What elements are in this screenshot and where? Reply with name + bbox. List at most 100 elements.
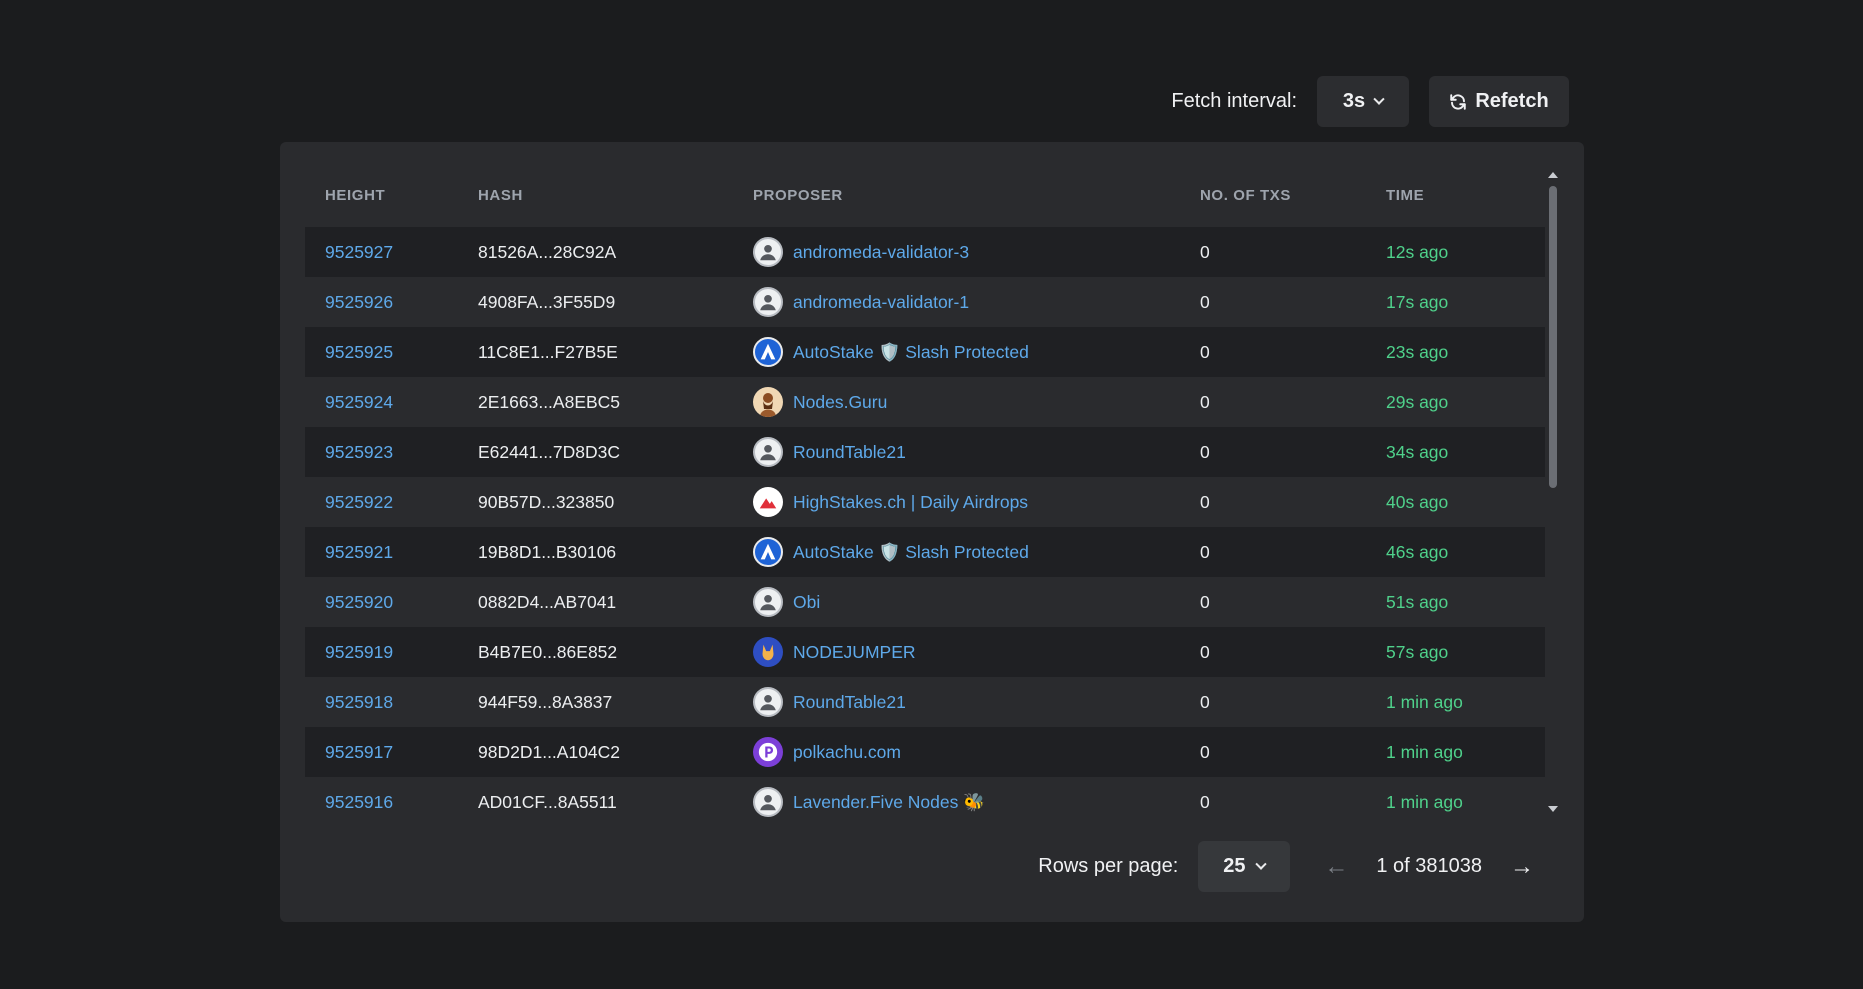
proposer-link[interactable]: RoundTable21 [793,442,906,463]
proposer-cell: RoundTable21 [753,437,1180,467]
tx-count: 0 [1200,691,1210,712]
scroll-down-arrow-icon[interactable] [1548,806,1558,812]
table-scrollbar[interactable] [1548,172,1558,812]
column-header-txs: NO. OF TXS [1200,186,1292,204]
table-row: 9525927 81526A...28C92A andromeda-validato… [305,227,1545,277]
refetch-label: Refetch [1475,90,1549,112]
block-hash: 19B8D1...B30106 [478,541,617,562]
table-header: HEIGHT HASH PROPOSER NO. OF TXS TIME [305,170,1545,220]
proposer-cell: polkachu.com [753,737,1180,767]
table-body: 9525927 81526A...28C92A andromeda-validato… [305,227,1545,827]
block-hash: AD01CF...8A5511 [478,791,617,812]
proposer-link[interactable]: AutoStake 🛡️ Slash Protected [793,342,1029,363]
column-header-hash: HASH [478,186,523,204]
tx-count: 0 [1200,791,1210,812]
proposer-cell: andromeda-validator-1 [753,287,1180,317]
block-time: 12s ago [1386,241,1449,262]
nodes-guru-logo [753,387,783,417]
table-row: 9525923 E62441...7D8D3C RoundTable21 0 34s a… [305,427,1545,477]
block-height-link[interactable]: 9525924 [325,392,393,412]
fetch-interval-select[interactable]: 3s [1317,76,1409,127]
block-hash: E62441...7D8D3C [478,441,621,462]
proposer-cell: RoundTable21 [753,687,1180,717]
block-height-link[interactable]: 9525921 [325,542,393,562]
block-height-link[interactable]: 9525917 [325,742,393,762]
scroll-up-arrow-icon[interactable] [1548,172,1558,178]
block-height-link[interactable]: 9525926 [325,292,393,312]
block-hash: 944F59...8A3837 [478,691,613,712]
block-time: 1 min ago [1386,791,1463,812]
tx-count: 0 [1200,641,1210,662]
proposer-cell: andromeda-validator-3 [753,237,1180,267]
block-height-link[interactable]: 9525918 [325,692,393,712]
proposer-link[interactable]: AutoStake 🛡️ Slash Protected [793,542,1029,563]
default-user-icon [753,287,783,317]
block-height-link[interactable]: 9525923 [325,442,393,462]
proposer-link[interactable]: andromeda-validator-1 [793,292,969,313]
nodejumper-logo [753,637,783,667]
block-height-link[interactable]: 9525925 [325,342,393,362]
block-height-link[interactable]: 9525919 [325,642,393,662]
autostake-logo [753,537,783,567]
proposer-link[interactable]: RoundTable21 [793,692,906,713]
block-time: 1 min ago [1386,741,1463,762]
block-height-link[interactable]: 9525916 [325,792,393,812]
tx-count: 0 [1200,341,1210,362]
table-row: 9525916 AD01CF...8A5511 Lavender.Five Node… [305,777,1545,827]
block-time: 46s ago [1386,541,1449,562]
proposer-cell: AutoStake 🛡️ Slash Protected [753,537,1180,567]
fetch-interval-label: Fetch interval: [1171,90,1297,112]
next-page-arrow-icon[interactable]: → [1510,853,1534,881]
toolbar: Fetch interval: 3s Refetch [1171,76,1569,127]
blocks-table: HEIGHT HASH PROPOSER NO. OF TXS TIME 952… [305,170,1545,950]
column-header-time: TIME [1386,186,1425,204]
block-hash: 2E1663...A8EBC5 [478,391,621,412]
block-height-link[interactable]: 9525922 [325,492,393,512]
table-row: 9525922 90B57D...323850 HighStakes.ch | Da… [305,477,1545,527]
block-time: 23s ago [1386,341,1449,362]
table-row: 9525924 2E1663...A8EBC5 Nodes.Guru 0 29s ago [305,377,1545,427]
block-hash: B4B7E0...86E852 [478,641,618,662]
block-hash: 11C8E1...F27B5E [478,341,618,362]
block-time: 40s ago [1386,491,1449,512]
proposer-cell: HighStakes.ch | Daily Airdrops [753,487,1180,517]
block-hash: 81526A...28C92A [478,241,617,262]
proposer-link[interactable]: polkachu.com [793,742,901,763]
pagination: Rows per page: 25 ← 1 of 381038 → [1038,841,1534,892]
block-height-link[interactable]: 9525920 [325,592,393,612]
page-info: 1 of 381038 [1376,855,1482,877]
table-row: 9525920 0882D4...AB7041 Obi 0 51s ago [305,577,1545,627]
block-time: 29s ago [1386,391,1449,412]
proposer-link[interactable]: Lavender.Five Nodes 🐝 [793,792,985,813]
scroll-thumb[interactable] [1549,186,1557,488]
tx-count: 0 [1200,441,1210,462]
table-row: 9525926 4908FA...3F55D9 andromeda-validato… [305,277,1545,327]
rows-per-page-select[interactable]: 25 [1198,841,1291,892]
block-time: 34s ago [1386,441,1449,462]
previous-page-arrow-icon[interactable]: ← [1324,853,1348,881]
proposer-cell: Lavender.Five Nodes 🐝 [753,787,1180,817]
block-height-link[interactable]: 9525927 [325,242,393,262]
column-header-height: HEIGHT [325,186,386,204]
blocks-panel: HEIGHT HASH PROPOSER NO. OF TXS TIME 952… [280,142,1584,922]
default-user-icon [753,687,783,717]
proposer-link[interactable]: NODEJUMPER [793,642,916,663]
tx-count: 0 [1200,291,1210,312]
table-row: 9525919 B4B7E0...86E852 NODEJUMPER 0 57s ago [305,627,1545,677]
tx-count: 0 [1200,391,1210,412]
refetch-button[interactable]: Refetch [1429,76,1569,127]
rows-per-page-value: 25 [1223,855,1246,877]
default-user-icon [753,437,783,467]
table-row: 9525917 98D2D1...A104C2 polkachu.com 0 1 min… [305,727,1545,777]
block-time: 51s ago [1386,591,1449,612]
default-user-icon [753,587,783,617]
tx-count: 0 [1200,591,1210,612]
autostake-logo [753,337,783,367]
default-user-icon [753,237,783,267]
proposer-link[interactable]: HighStakes.ch | Daily Airdrops [793,492,1028,513]
proposer-link[interactable]: Obi [793,592,820,613]
tx-count: 0 [1200,491,1210,512]
proposer-link[interactable]: Nodes.Guru [793,392,887,413]
table-row: 9525921 19B8D1...B30106 AutoStake 🛡️ Slash… [305,527,1545,577]
proposer-link[interactable]: andromeda-validator-3 [793,242,969,263]
